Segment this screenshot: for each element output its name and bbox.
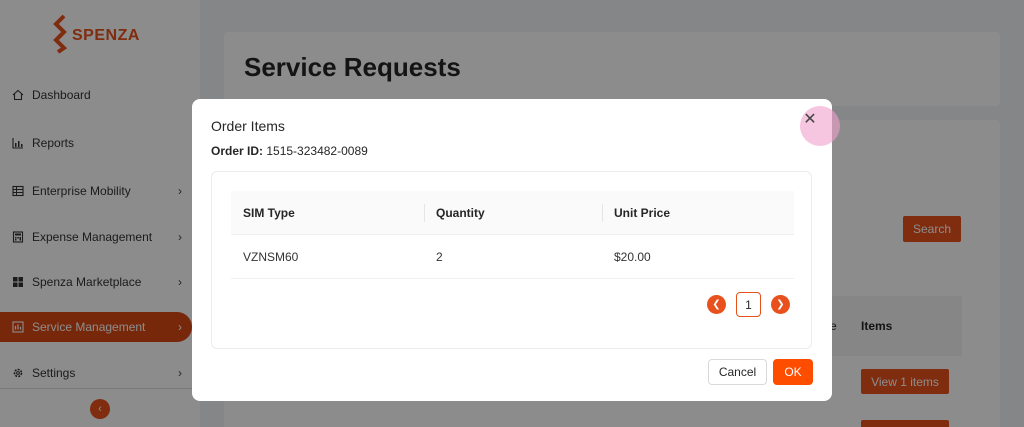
column-header-unit-price: Unit Price [602, 191, 794, 234]
modal-title: Order Items [211, 118, 285, 134]
close-button[interactable]: ✕ [802, 111, 818, 128]
order-items-card: SIM Type Quantity Unit Price VZNSM60 2 $… [211, 171, 812, 349]
order-id-label: Order ID: [211, 144, 264, 158]
order-id: Order ID: 1515-323482-0089 [211, 144, 368, 158]
column-header-sim-type: SIM Type [243, 205, 295, 220]
table-header: SIM Type Quantity Unit Price [231, 191, 794, 235]
column-header-quantity: Quantity [424, 191, 602, 234]
order-id-value: 1515-323482-0089 [266, 144, 368, 158]
chevron-left-icon: ❮ [712, 299, 721, 310]
table-row: VZNSM60 2 $20.00 [231, 235, 794, 279]
close-icon: ✕ [803, 111, 817, 128]
next-page-button[interactable]: ❯ [771, 295, 790, 314]
prev-page-button[interactable]: ❮ [707, 295, 726, 314]
cancel-button[interactable]: Cancel [708, 359, 767, 385]
cell-quantity: 2 [436, 249, 443, 264]
order-items-modal: Order Items ✕ Order ID: 1515-323482-0089… [192, 99, 840, 401]
pagination: ❮ 1 ❯ [707, 292, 790, 317]
page-number-button[interactable]: 1 [736, 292, 761, 317]
cell-sim-type: VZNSM60 [243, 249, 299, 264]
cell-unit-price: $20.00 [614, 249, 651, 264]
chevron-right-icon: ❯ [776, 299, 785, 310]
order-items-table: SIM Type Quantity Unit Price VZNSM60 2 $… [231, 191, 794, 279]
ok-button[interactable]: OK [773, 359, 813, 385]
